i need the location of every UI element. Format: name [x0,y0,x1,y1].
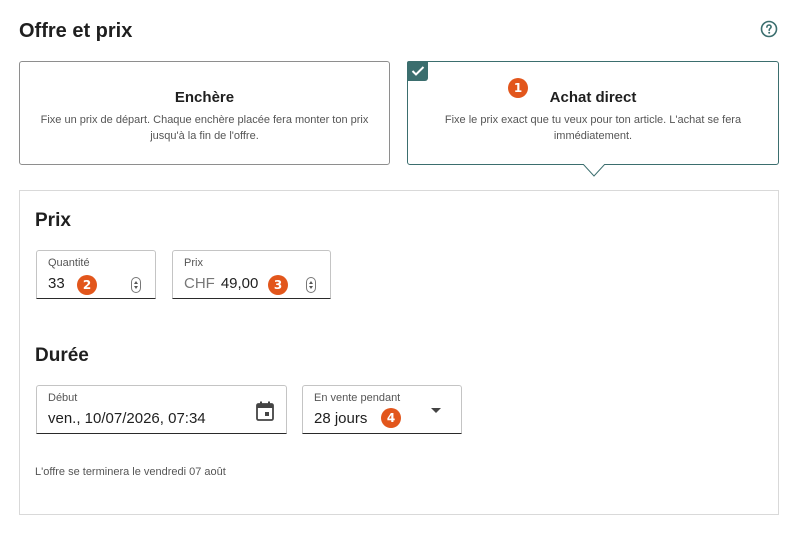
quantity-stepper-icon[interactable] [131,277,141,293]
price-label: Prix [184,257,203,269]
sale-duration-value: 28 jours [314,410,368,427]
badge-2: 2 [77,275,97,295]
section-title: Offre et prix [19,20,133,42]
auction-title: Enchère [174,89,235,106]
start-date-field[interactable]: Début ven., 10/07/2026, 07:34 [36,385,287,434]
price-heading: Prix [35,210,71,231]
price-field[interactable]: Prix CHF 49,00 [172,250,331,299]
card-pointer [583,164,605,177]
end-date-note: L'offre se terminera le vendredi 07 août [35,466,226,478]
calendar-icon[interactable] [256,401,274,421]
price-value: 49,00 [220,275,259,292]
auction-option-card[interactable]: Enchère Fixe un prix de départ. Chaque e… [19,61,390,165]
sale-duration-select[interactable]: En vente pendant 28 jours [302,385,462,434]
sale-duration-label: En vente pendant [314,392,401,404]
direct-purchase-title: Achat direct [549,89,637,106]
start-date-value: ven., 10/07/2026, 07:34 [48,410,206,427]
quantity-field[interactable]: Quantité 33 [36,250,156,299]
auction-description: Fixe un prix de départ. Chaque enchère p… [40,114,369,142]
price-stepper-icon[interactable] [306,277,316,293]
duration-heading: Durée [35,345,89,366]
help-circle-icon[interactable] [760,20,778,38]
badge-1: 1 [508,78,528,98]
chevron-down-icon[interactable] [431,408,441,413]
quantity-value: 33 [48,275,65,292]
start-date-label: Début [48,392,78,404]
check-icon [407,61,428,81]
direct-purchase-description: Fixe le prix exact que tu veux pour ton … [444,114,742,142]
badge-3: 3 [268,275,288,295]
badge-4: 4 [381,408,401,428]
direct-purchase-option-card[interactable]: Achat direct Fixe le prix exact que tu v… [407,61,779,165]
quantity-label: Quantité [48,257,90,269]
currency-prefix: CHF [184,275,215,292]
